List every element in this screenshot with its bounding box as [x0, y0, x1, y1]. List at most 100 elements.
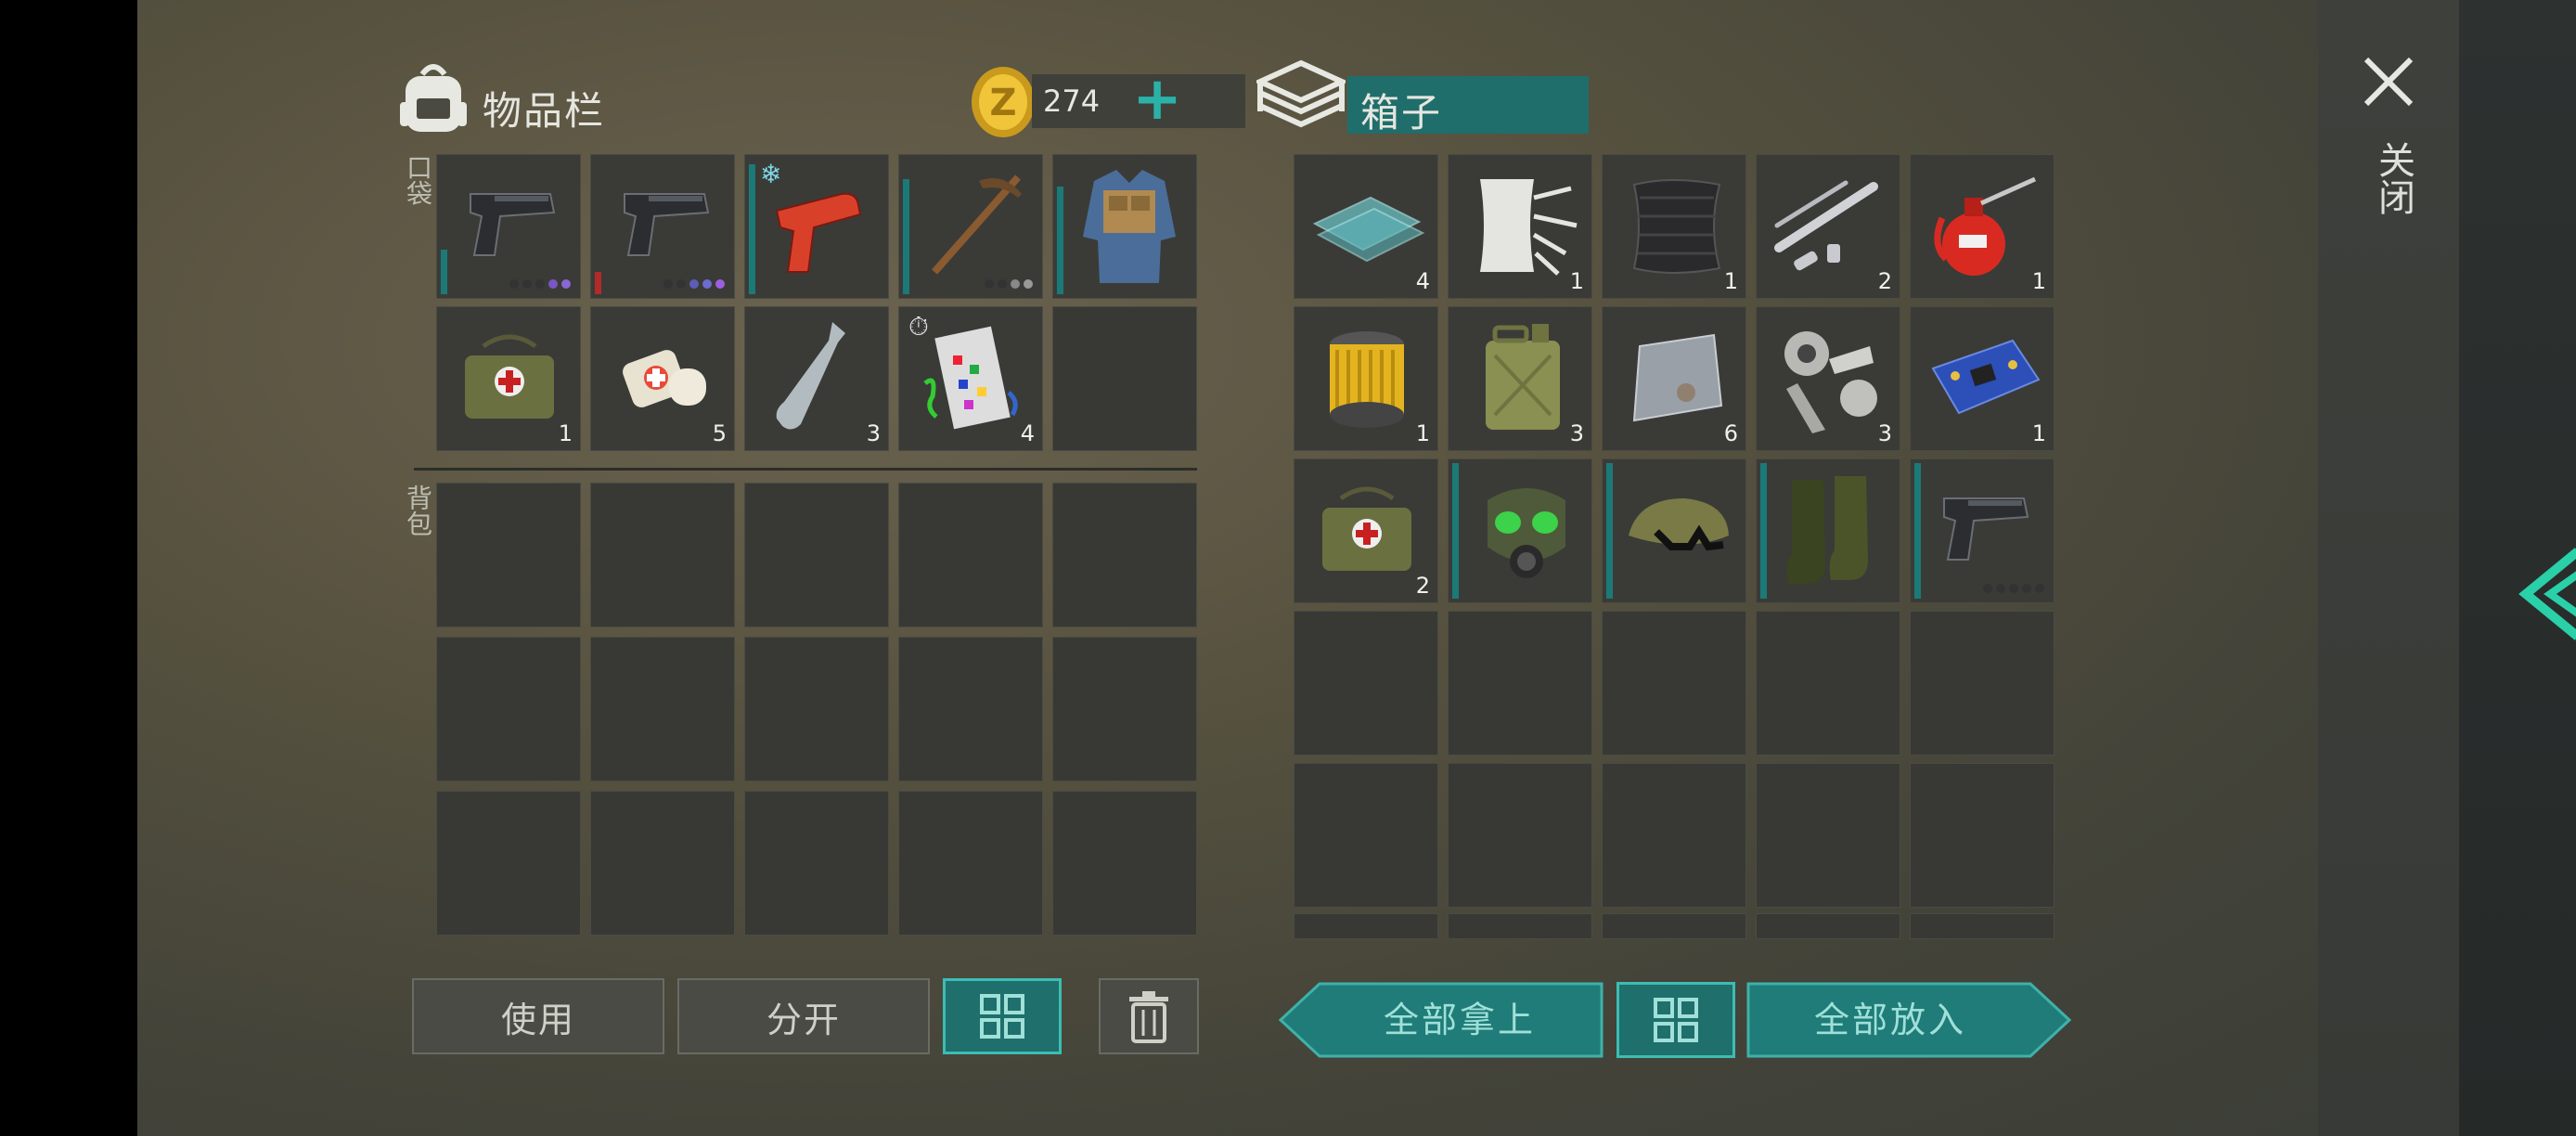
pickaxe-icon [914, 162, 1033, 281]
delete-button[interactable] [1099, 978, 1199, 1054]
quality-dots [1983, 584, 2044, 593]
box-slot[interactable] [1756, 763, 1900, 908]
backpack-slot[interactable] [898, 637, 1043, 781]
box-slot-10[interactable]: 1 [1910, 306, 2054, 451]
box-slot-8[interactable]: 6 [1602, 306, 1746, 451]
backpack-slot[interactable] [898, 483, 1043, 627]
box-slot[interactable] [1294, 611, 1438, 755]
pistol-icon [1931, 480, 2035, 573]
pocket-slot-5[interactable] [1052, 154, 1197, 299]
put-all-label: 全部放入 [1813, 1000, 1966, 1040]
inventory-title: 物品栏 [483, 88, 606, 134]
box-slot[interactable] [1602, 611, 1746, 755]
item-count: 4 [1020, 420, 1035, 446]
backpack-icon [395, 58, 471, 137]
pocket-slot-8[interactable]: 3 [744, 306, 889, 451]
box-slot[interactable] [1294, 763, 1438, 908]
sort-box-button[interactable] [1616, 982, 1735, 1058]
box-slot-3[interactable]: 1 [1602, 154, 1746, 299]
box-slot[interactable] [1448, 913, 1592, 939]
pocket-slot-2[interactable] [590, 154, 735, 299]
box-slot-6[interactable]: 1 [1294, 306, 1438, 451]
box-slot-13[interactable] [1602, 458, 1746, 603]
item-count: 1 [2031, 268, 2046, 294]
backpack-slot[interactable] [744, 483, 889, 627]
use-button[interactable]: 使用 [412, 978, 664, 1054]
put-all-button[interactable]: 全部放入 [1746, 982, 2071, 1058]
backpack-slot[interactable] [744, 637, 889, 781]
durability-bar [441, 250, 447, 294]
item-count: 1 [2031, 420, 2046, 446]
box-slot[interactable] [1910, 913, 2054, 939]
item-count: 3 [866, 420, 881, 446]
pocket-slot-4[interactable] [898, 154, 1043, 299]
durability-bar [1914, 463, 1921, 599]
item-count: 6 [1723, 420, 1738, 446]
box-slot[interactable] [1602, 913, 1746, 939]
backpack-slot[interactable] [1052, 483, 1197, 627]
backpack-slot[interactable] [436, 637, 581, 781]
pipe-parts-icon [1766, 168, 1892, 283]
box-slot[interactable] [1910, 611, 2054, 755]
quality-dots [509, 279, 571, 289]
backpack-slot[interactable] [1052, 791, 1197, 936]
trash-icon [1127, 989, 1170, 1043]
item-count: 3 [1569, 420, 1584, 446]
item-count: 4 [1415, 268, 1430, 294]
svg-text:Z: Z [989, 82, 1016, 124]
take-all-button[interactable]: 全部拿上 [1279, 982, 1604, 1058]
sort-inventory-button[interactable] [943, 978, 1062, 1054]
quality-dots [663, 279, 725, 289]
confetti-icon [916, 318, 1033, 439]
box-slot-1[interactable]: 4 [1294, 154, 1438, 299]
pocket-slot-3[interactable]: ❄ [744, 154, 889, 299]
split-button[interactable]: 分开 [677, 978, 930, 1054]
durability-bar [749, 164, 755, 294]
close-icon[interactable] [2363, 56, 2415, 108]
backpack-slot[interactable] [590, 637, 735, 781]
box-slot[interactable] [1294, 913, 1438, 939]
mechanism-icon [1770, 318, 1890, 439]
box-slot[interactable] [1910, 763, 2054, 908]
backpack-slot[interactable] [590, 791, 735, 936]
box-slot-5[interactable]: 1 [1910, 154, 2054, 299]
backpack-label: 背包 [403, 484, 433, 536]
box-slot[interactable] [1602, 763, 1746, 908]
pocket-label: 口袋 [403, 154, 433, 206]
close-label[interactable]: 关闭 [2366, 141, 2420, 215]
quality-dots [985, 279, 1033, 289]
box-slot-12[interactable] [1448, 458, 1592, 603]
add-coins-button[interactable]: + [1128, 70, 1186, 130]
box-slot[interactable] [1756, 913, 1900, 939]
box-slot-9[interactable]: 3 [1756, 306, 1900, 451]
backpack-slot[interactable] [1052, 637, 1197, 781]
pocket-slot-6[interactable]: 1 [436, 306, 581, 451]
backpack-slot[interactable] [590, 483, 735, 627]
chevron-left-icon[interactable] [2517, 548, 2576, 640]
durability-bar [595, 272, 601, 294]
pocket-slot-9[interactable]: ⏱ 4 [898, 306, 1043, 451]
backpack-slot[interactable] [436, 791, 581, 936]
backpack-slot[interactable] [898, 791, 1043, 936]
backpack-slot[interactable] [744, 791, 889, 936]
pocket-slot-10[interactable] [1052, 306, 1197, 451]
circuit-board-icon [1924, 331, 2044, 424]
side-drawer [2459, 0, 2576, 1136]
water-bottle-icon [764, 316, 871, 437]
cloth-icon [1462, 170, 1582, 281]
box-slot-14[interactable] [1756, 458, 1900, 603]
backpack-slot[interactable] [436, 483, 581, 627]
pistol-icon [612, 175, 715, 268]
pocket-slot-1[interactable] [436, 154, 581, 299]
pocket-slot-7[interactable]: 5 [590, 306, 735, 451]
box-slot-2[interactable]: 1 [1448, 154, 1592, 299]
box-slot-4[interactable]: 2 [1756, 154, 1900, 299]
glass-icon [1306, 177, 1428, 270]
box-slot[interactable] [1448, 763, 1592, 908]
box-slot-15[interactable] [1910, 458, 2054, 603]
box-slot-11[interactable]: 2 [1294, 458, 1438, 603]
pistol-icon [457, 175, 561, 268]
box-slot[interactable] [1448, 611, 1592, 755]
box-slot[interactable] [1756, 611, 1900, 755]
box-slot-7[interactable]: 3 [1448, 306, 1592, 451]
